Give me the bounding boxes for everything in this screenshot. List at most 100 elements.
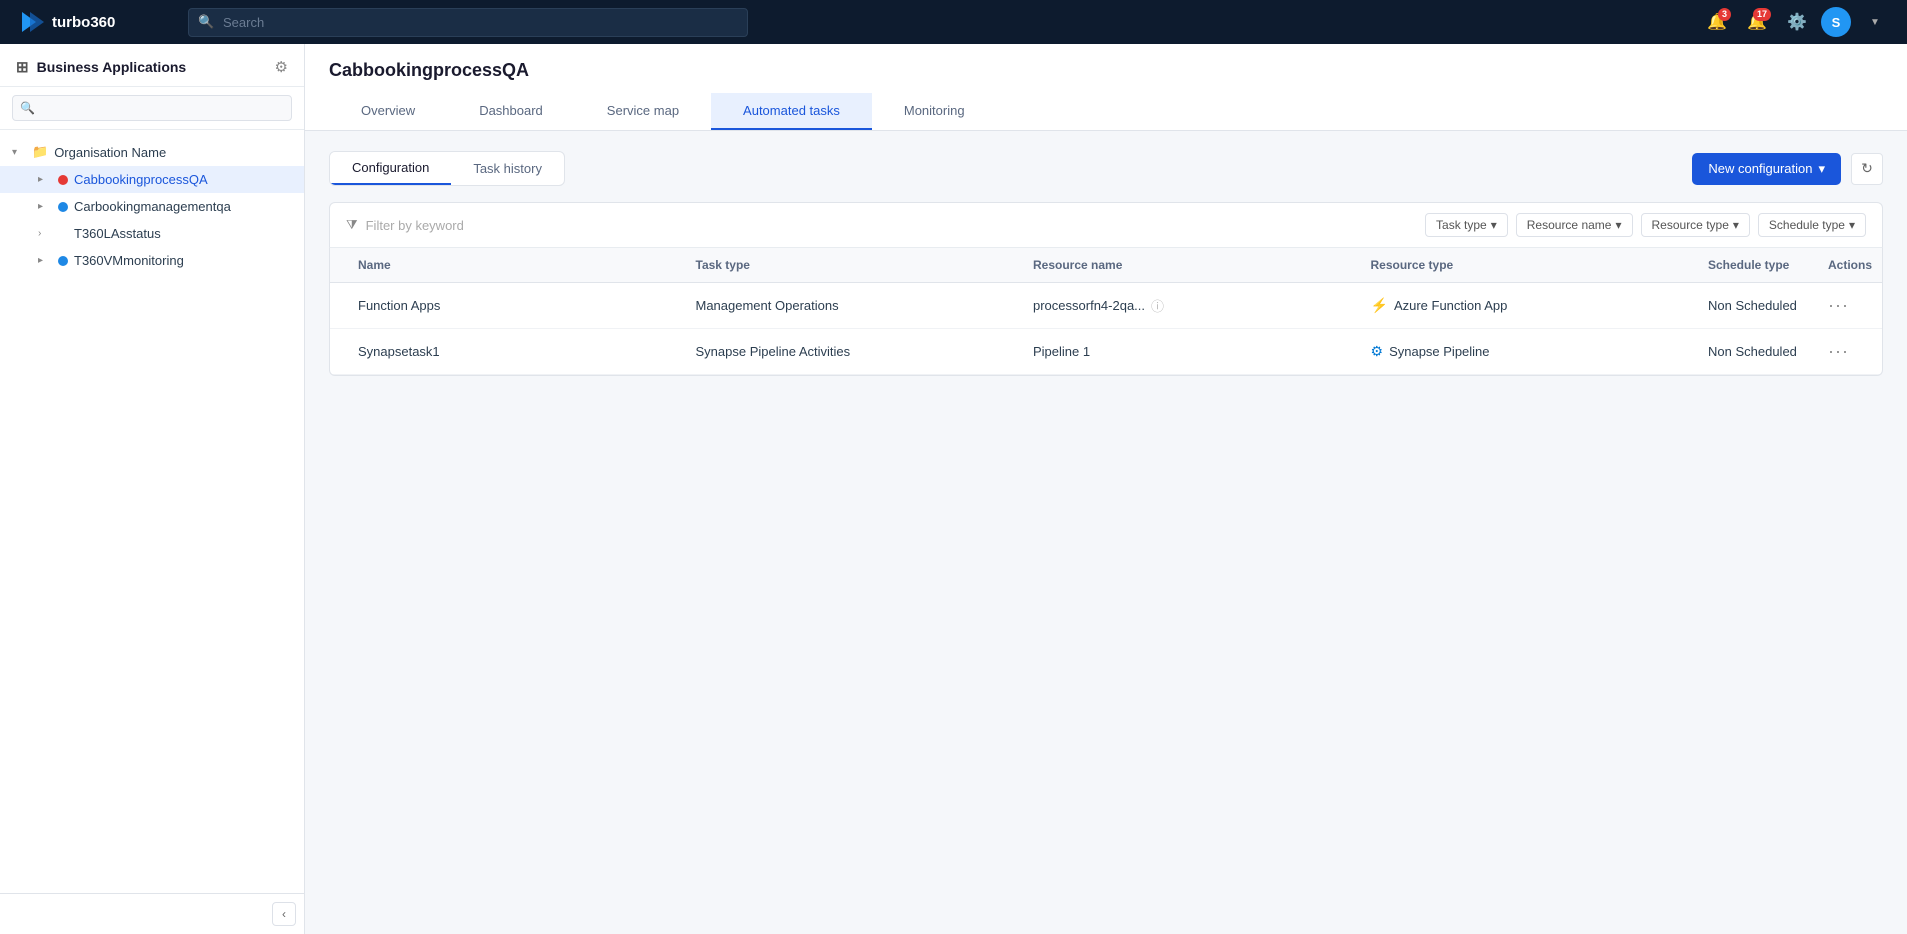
table-header: Name Task type Resource name Resource ty… [330, 248, 1882, 283]
col-actions: Actions [1816, 248, 1866, 282]
col-name: Name [346, 248, 684, 282]
row-resource-name: Pipeline 1 [1021, 332, 1359, 371]
global-search[interactable]: 🔍 [188, 8, 748, 37]
user-avatar[interactable]: S [1821, 7, 1851, 37]
synapse-pipeline-icon: ⚙ [1371, 343, 1384, 360]
tab-automated-tasks[interactable]: Automated tasks [711, 93, 872, 130]
notifications-badge: 3 [1718, 8, 1731, 21]
more-actions-button[interactable]: ··· [1828, 341, 1849, 361]
sub-tab-task-history[interactable]: Task history [451, 152, 564, 185]
schedule-type-label: Schedule type [1769, 218, 1845, 232]
sidebar-header: ⊞ Business Applications ⚙ [0, 44, 304, 87]
sidebar-org-label: Organisation Name [54, 145, 292, 160]
resource-name-text: Pipeline 1 [1033, 344, 1090, 359]
resource-type-text: Synapse Pipeline [1389, 344, 1489, 359]
folder-icon: 📁 [32, 144, 48, 160]
new-configuration-button[interactable]: New configuration ▾ [1692, 153, 1841, 185]
filter-left: ⧩ Filter by keyword [346, 217, 464, 233]
chevron-down-icon: ▾ [1733, 218, 1739, 232]
search-icon: 🔍 [198, 14, 214, 30]
chevron-down-icon: ▾ [1818, 161, 1825, 177]
configurations-table: Name Task type Resource name Resource ty… [329, 248, 1883, 376]
sidebar-item-label: T360LAsstatus [58, 226, 292, 241]
row-schedule-type: Non Scheduled [1696, 286, 1816, 325]
resource-name-text: processorfn4-2qa... [1033, 298, 1145, 313]
collapse-sidebar-button[interactable]: ‹ [272, 902, 296, 926]
page-header: CabbookingprocessQA Overview Dashboard S… [305, 44, 1907, 131]
tab-service-map[interactable]: Service map [575, 93, 711, 130]
sub-tabs: Configuration Task history [329, 151, 565, 186]
filter-icon: ⧩ [346, 217, 358, 233]
row-resource-name: processorfn4-2qa... ⓘ [1021, 284, 1359, 327]
sidebar-item-t360vmmonitoring[interactable]: ▸ T360VMmonitoring [0, 247, 304, 274]
row-actions[interactable]: ··· [1816, 283, 1866, 328]
tab-dashboard[interactable]: Dashboard [447, 93, 575, 130]
resource-type-label: Resource type [1652, 218, 1729, 232]
chevron-down-icon: ▾ [1849, 218, 1855, 232]
sidebar-item-label: T360VMmonitoring [74, 253, 292, 268]
alerts-badge: 17 [1753, 8, 1771, 21]
table-row: Function Apps Management Operations proc… [330, 283, 1882, 329]
info-icon[interactable]: ⓘ [1151, 296, 1164, 315]
sidebar-search-icon: 🔍 [20, 101, 35, 115]
row-name: Function Apps [346, 286, 684, 325]
sidebar-item-label: CabbookingprocessQA [74, 172, 292, 187]
col-resource-name: Resource name [1021, 248, 1359, 282]
sub-tabs-bar: Configuration Task history New configura… [329, 151, 1883, 186]
sidebar-title-label: Business Applications [37, 59, 187, 75]
row-task-type: Synapse Pipeline Activities [684, 332, 1022, 371]
chevron-right-icon: ▸ [38, 174, 52, 185]
row-resource-type: ⚙ Synapse Pipeline [1359, 331, 1697, 372]
tab-monitoring[interactable]: Monitoring [872, 93, 997, 130]
main-content: CabbookingprocessQA Overview Dashboard S… [305, 44, 1907, 934]
filter-placeholder: Filter by keyword [366, 218, 464, 233]
refresh-button[interactable]: ↻ [1851, 153, 1883, 185]
chevron-down-icon: ▾ [1615, 218, 1621, 232]
page-tabs: Overview Dashboard Service map Automated… [329, 93, 1883, 130]
task-type-label: Task type [1436, 218, 1487, 232]
task-type-filter[interactable]: Task type ▾ [1425, 213, 1508, 237]
sub-tab-configuration[interactable]: Configuration [330, 152, 451, 185]
filter-bar: ⧩ Filter by keyword Task type ▾ Resource… [329, 202, 1883, 248]
sidebar: ⊞ Business Applications ⚙ 🔍 ▾ 📁 Organisa… [0, 44, 305, 934]
resource-name-filter[interactable]: Resource name ▾ [1516, 213, 1633, 237]
status-dot-blue [58, 202, 68, 212]
row-name: Synapsetask1 [346, 332, 684, 371]
sidebar-title: ⊞ Business Applications [16, 58, 186, 76]
alerts-button[interactable]: 🔔 17 [1741, 6, 1773, 38]
status-dot-red [58, 175, 68, 185]
tab-overview[interactable]: Overview [329, 93, 447, 130]
schedule-type-filter[interactable]: Schedule type ▾ [1758, 213, 1866, 237]
sidebar-item-cabbookingprocessqa[interactable]: ▸ CabbookingprocessQA [0, 166, 304, 193]
new-config-label: New configuration [1708, 161, 1812, 176]
notifications-button[interactable]: 🔔 3 [1701, 6, 1733, 38]
chevron-down-icon: ▾ [12, 147, 26, 158]
chevron-right-icon: ▸ [38, 201, 52, 212]
settings-button[interactable]: ⚙️ [1781, 6, 1813, 38]
top-nav: turbo360 🔍 🔔 3 🔔 17 ⚙️ S ▼ [0, 0, 1907, 44]
inner-content: Configuration Task history New configura… [305, 131, 1907, 934]
col-schedule-type: Schedule type [1696, 248, 1816, 282]
filter-right: Task type ▾ Resource name ▾ Resource typ… [1425, 213, 1866, 237]
sidebar-apps-icon: ⊞ [16, 58, 29, 76]
brand-name: turbo360 [52, 14, 115, 31]
status-dot-blue [58, 256, 68, 266]
azure-function-icon: ⚡ [1371, 297, 1388, 314]
row-actions[interactable]: ··· [1816, 329, 1866, 374]
sidebar-search-area[interactable]: 🔍 [0, 87, 304, 130]
more-actions-button[interactable]: ··· [1828, 295, 1849, 315]
sidebar-item-org[interactable]: ▾ 📁 Organisation Name [0, 138, 304, 166]
sidebar-item-t360lasstatus[interactable]: › T360LAsstatus [0, 220, 304, 247]
nav-right-actions: 🔔 3 🔔 17 ⚙️ S ▼ [1701, 6, 1891, 38]
chevron-right-icon: ▸ [38, 255, 52, 266]
table-row: Synapsetask1 Synapse Pipeline Activities… [330, 329, 1882, 375]
user-menu-chevron[interactable]: ▼ [1859, 6, 1891, 38]
resource-type-filter[interactable]: Resource type ▾ [1641, 213, 1750, 237]
sidebar-item-carbookingmanagementqa[interactable]: ▸ Carbookingmanagementqa [0, 193, 304, 220]
sidebar-settings-icon[interactable]: ⚙ [275, 58, 288, 76]
search-input[interactable] [188, 8, 748, 37]
sidebar-search-input[interactable] [12, 95, 292, 121]
col-resource-type: Resource type [1359, 248, 1697, 282]
sidebar-tree: ▾ 📁 Organisation Name ▸ Cabbookingproces… [0, 130, 304, 893]
sidebar-item-label: Carbookingmanagementqa [74, 199, 292, 214]
